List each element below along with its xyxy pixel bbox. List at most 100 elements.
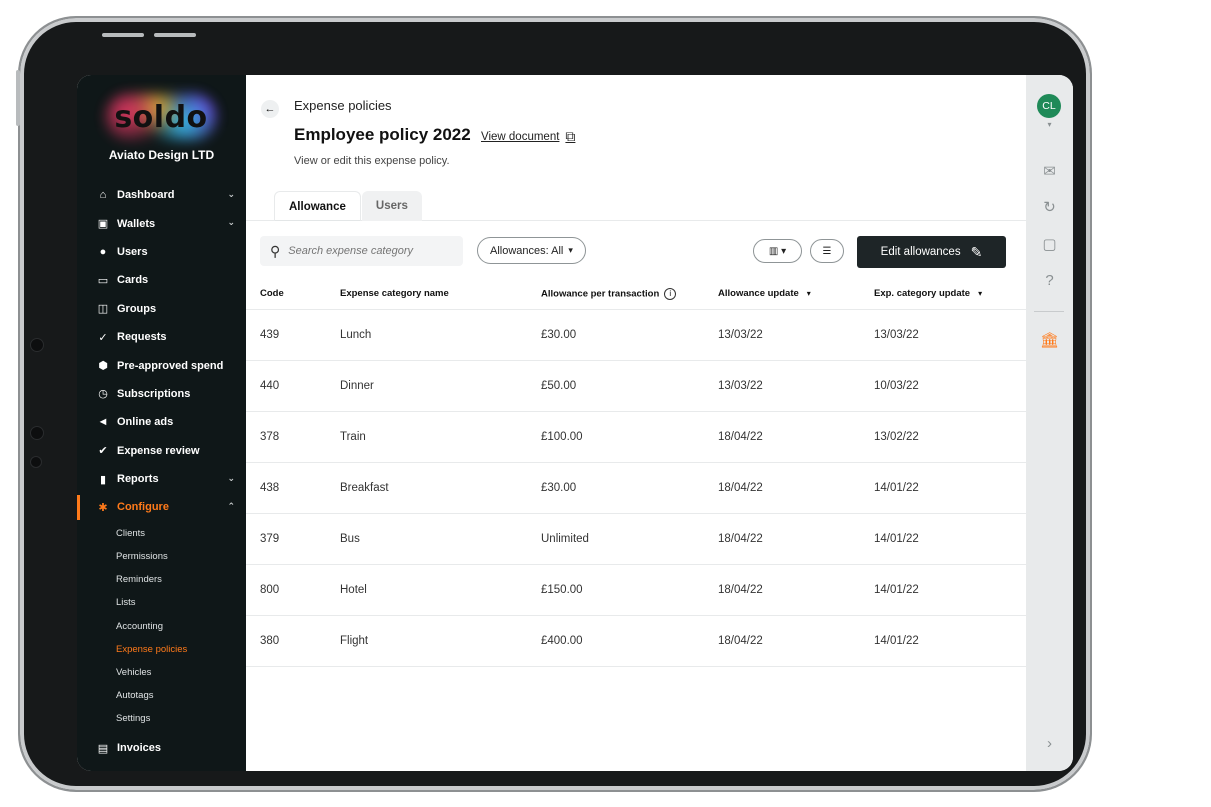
search-input[interactable]: [288, 245, 449, 257]
breadcrumb[interactable]: Expense policies: [294, 98, 392, 113]
sidebar-item-users[interactable]: ● Users: [77, 238, 246, 266]
table-cell: £30.00: [527, 462, 704, 514]
sidebar-item-wallets[interactable]: ▣ Wallets ⌄: [77, 209, 246, 237]
table-row[interactable]: 380 Flight £400.00 18/04/22 14/01/22: [246, 615, 1026, 667]
sidebar-subitem-permissions[interactable]: Permissions: [77, 545, 246, 568]
column-header-label: Allowance update: [718, 288, 799, 300]
help-icon[interactable]: ?: [1026, 272, 1073, 289]
table-cell: Hotel: [326, 564, 527, 616]
sidebar-item-invoices[interactable]: ▤ Invoices: [77, 734, 246, 762]
column-header-label: Code: [260, 288, 284, 300]
tab-users[interactable]: Users: [361, 191, 422, 221]
table-header-row: Code Expense category name Allowance per…: [246, 279, 1026, 310]
sidebar-item-label: Users: [117, 245, 148, 258]
table-row[interactable]: 440 Dinner £50.00 13/03/22 10/03/22: [246, 360, 1026, 412]
table-cell: 14/01/22: [860, 513, 1026, 565]
sidebar-item-cards[interactable]: ▭ Cards: [77, 266, 246, 294]
table-cell: 10/03/22: [860, 360, 1026, 412]
tab-allowance[interactable]: Allowance: [274, 191, 361, 221]
table-cell: 13/03/22: [704, 309, 860, 361]
sidebar-item-label: Invoices: [117, 742, 162, 755]
table-row[interactable]: 379 Bus Unlimited 18/04/22 14/01/22: [246, 513, 1026, 565]
table-cell: £100.00: [527, 411, 704, 463]
sidebar-item-expense-review[interactable]: ✔ Expense review: [77, 437, 246, 465]
info-icon[interactable]: i: [664, 287, 677, 300]
table-body: 439 Lunch £30.00 13/03/22 13/03/22 440 Dinner £…: [246, 309, 1026, 667]
external-link-icon: ⧉: [565, 128, 576, 144]
user-icon: ●: [99, 245, 107, 258]
sidebar-subitem-vehicles[interactable]: Vehicles: [77, 661, 246, 684]
table-cell: £150.00: [527, 564, 704, 616]
table-cell: Unlimited: [527, 513, 704, 565]
rail-divider: [1034, 311, 1064, 312]
search-box: ⚲: [260, 236, 463, 266]
sidebar-item-label: Expense review: [117, 444, 200, 457]
pencil-icon: ✎: [970, 243, 983, 260]
table-cell: 438: [246, 462, 326, 514]
sidebar-item-groups[interactable]: ◫ Groups: [77, 295, 246, 323]
list-density-icon: ☰: [822, 245, 832, 257]
chevron-icon: ⌄: [227, 189, 235, 199]
sidebar-subitem-accounting[interactable]: Accounting: [77, 614, 246, 637]
sidebar-subitem-clients[interactable]: Clients: [77, 522, 246, 545]
avatar[interactable]: CL: [1037, 94, 1061, 118]
column-header-name: Expense category name: [326, 279, 527, 310]
sidebar-item-subscriptions[interactable]: ◷ Subscriptions: [77, 380, 246, 408]
table-row[interactable]: 800 Hotel £150.00 18/04/22 14/01/22: [246, 564, 1026, 616]
density-button[interactable]: ☰: [810, 239, 844, 263]
sidebar: soldo Aviato Design LTD ⌂ Dashboard ⌄ ▣ Wall…: [77, 75, 246, 771]
refresh-icon[interactable]: ↻: [1026, 198, 1073, 216]
avatar-menu-caret-icon[interactable]: ▾: [1026, 120, 1073, 129]
search-icon: ⚲: [270, 242, 281, 259]
sidebar-item-pre-approved-spend[interactable]: ⬢ Pre-approved spend: [77, 351, 246, 379]
company-name: Aviato Design LTD: [108, 148, 215, 162]
sidebar-subitem-autotags[interactable]: Autotags: [77, 684, 246, 707]
sidebar-item-label: Groups: [117, 302, 157, 315]
sidebar-item-requests[interactable]: ✓ Requests: [77, 323, 246, 351]
soldo-logo[interactable]: soldo: [105, 93, 217, 141]
sidebar-item-online-ads[interactable]: ◄ Online ads: [77, 408, 246, 436]
table-row[interactable]: 378 Train £100.00 18/04/22 13/02/22: [246, 411, 1026, 463]
table-cell: 18/04/22: [704, 513, 860, 565]
sidebar-nav: ⌂ Dashboard ⌄ ▣ Wallets ⌄ ● Users ▭ Cards ◫ Groups ✓…: [77, 181, 246, 730]
view-document-label: View document: [481, 130, 560, 143]
sidebar-item-label: Cards: [117, 274, 149, 287]
table-cell: 14/01/22: [860, 462, 1026, 514]
sidebar-subitem-expense-policies[interactable]: Expense policies: [77, 638, 246, 661]
edit-allowances-button[interactable]: Edit allowances ✎: [857, 236, 1006, 268]
table-cell: Breakfast: [326, 462, 527, 514]
clock-icon: ◷: [98, 388, 108, 401]
chat-icon[interactable]: ▢: [1026, 235, 1073, 253]
sidebar-item-label: Reports: [117, 473, 159, 486]
view-document-link[interactable]: View document ⧉: [481, 128, 575, 145]
sidebar-item-label: Configure: [117, 501, 169, 514]
allowances-filter-dropdown[interactable]: Allowances: All ▾: [477, 237, 586, 264]
mail-icon[interactable]: ✉: [1026, 162, 1073, 180]
table-row[interactable]: 439 Lunch £30.00 13/03/22 13/03/22: [246, 309, 1026, 361]
column-header-category-update[interactable]: Exp. category update ▾: [860, 279, 1026, 310]
bank-icon[interactable]: 🏛: [1026, 331, 1073, 349]
columns-icon: ▥ ▾: [768, 245, 787, 257]
sidebar-item-reports[interactable]: ▮ Reports ⌄: [77, 465, 246, 493]
bar-chart-icon: ▮: [99, 473, 107, 486]
column-header-allowance-update[interactable]: Allowance update ▾: [704, 279, 860, 310]
sidebar-item-configure[interactable]: ✱ Configure ⌃: [77, 493, 246, 521]
camera-dot: [30, 338, 44, 352]
sidebar-item-label: Online ads: [117, 416, 174, 429]
sidebar-item-invoices-row[interactable]: ▤ Invoices: [77, 734, 246, 762]
table-cell: 440: [246, 360, 326, 412]
sidebar-item-label: Pre-approved spend: [117, 359, 224, 372]
expand-rail-icon[interactable]: ›: [1026, 735, 1073, 752]
columns-button[interactable]: ▥ ▾: [753, 239, 802, 263]
column-header-label: Allowance per transaction: [541, 288, 660, 300]
sidebar-subitem-settings[interactable]: Settings: [77, 707, 246, 730]
table-cell: Bus: [326, 513, 527, 565]
back-arrow-icon[interactable]: ←: [261, 100, 279, 118]
table-cell: 13/02/22: [860, 411, 1026, 463]
table-cell: Flight: [326, 615, 527, 667]
sidebar-item-dashboard[interactable]: ⌂ Dashboard ⌄: [77, 181, 246, 209]
sidebar-subitem-reminders[interactable]: Reminders: [77, 568, 246, 591]
table-cell: 13/03/22: [704, 360, 860, 412]
table-row[interactable]: 438 Breakfast £30.00 18/04/22 14/01/22: [246, 462, 1026, 514]
sidebar-subitem-lists[interactable]: Lists: [77, 591, 246, 614]
